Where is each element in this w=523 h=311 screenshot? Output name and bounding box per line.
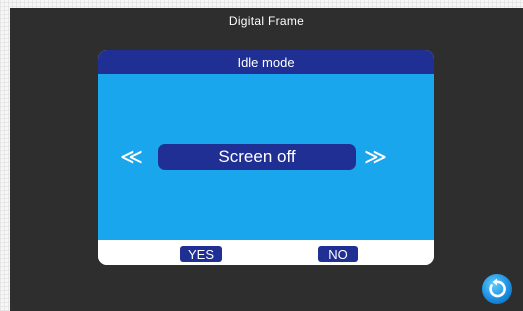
double-chevron-right-icon[interactable]: ≫ (364, 146, 387, 168)
device-canvas: Digital Frame Idle mode ≪ Screen off ≫ Y… (0, 0, 523, 311)
dialog-footer: YES NO (98, 240, 434, 265)
idle-mode-dialog: Idle mode ≪ Screen off ≫ YES NO (98, 50, 434, 265)
dialog-title: Idle mode (98, 50, 434, 74)
back-arrow-glyph (489, 278, 506, 298)
app-title: Digital Frame (228, 14, 305, 28)
idle-mode-value: Screen off (158, 144, 356, 170)
yes-button[interactable]: YES (180, 246, 222, 262)
back-arrow-icon[interactable] (482, 274, 512, 304)
double-chevron-left-icon[interactable]: ≪ (120, 146, 143, 168)
dialog-body: ≪ Screen off ≫ (98, 74, 434, 240)
no-button[interactable]: NO (318, 246, 358, 262)
frame-screen: Digital Frame Idle mode ≪ Screen off ≫ Y… (10, 8, 523, 311)
